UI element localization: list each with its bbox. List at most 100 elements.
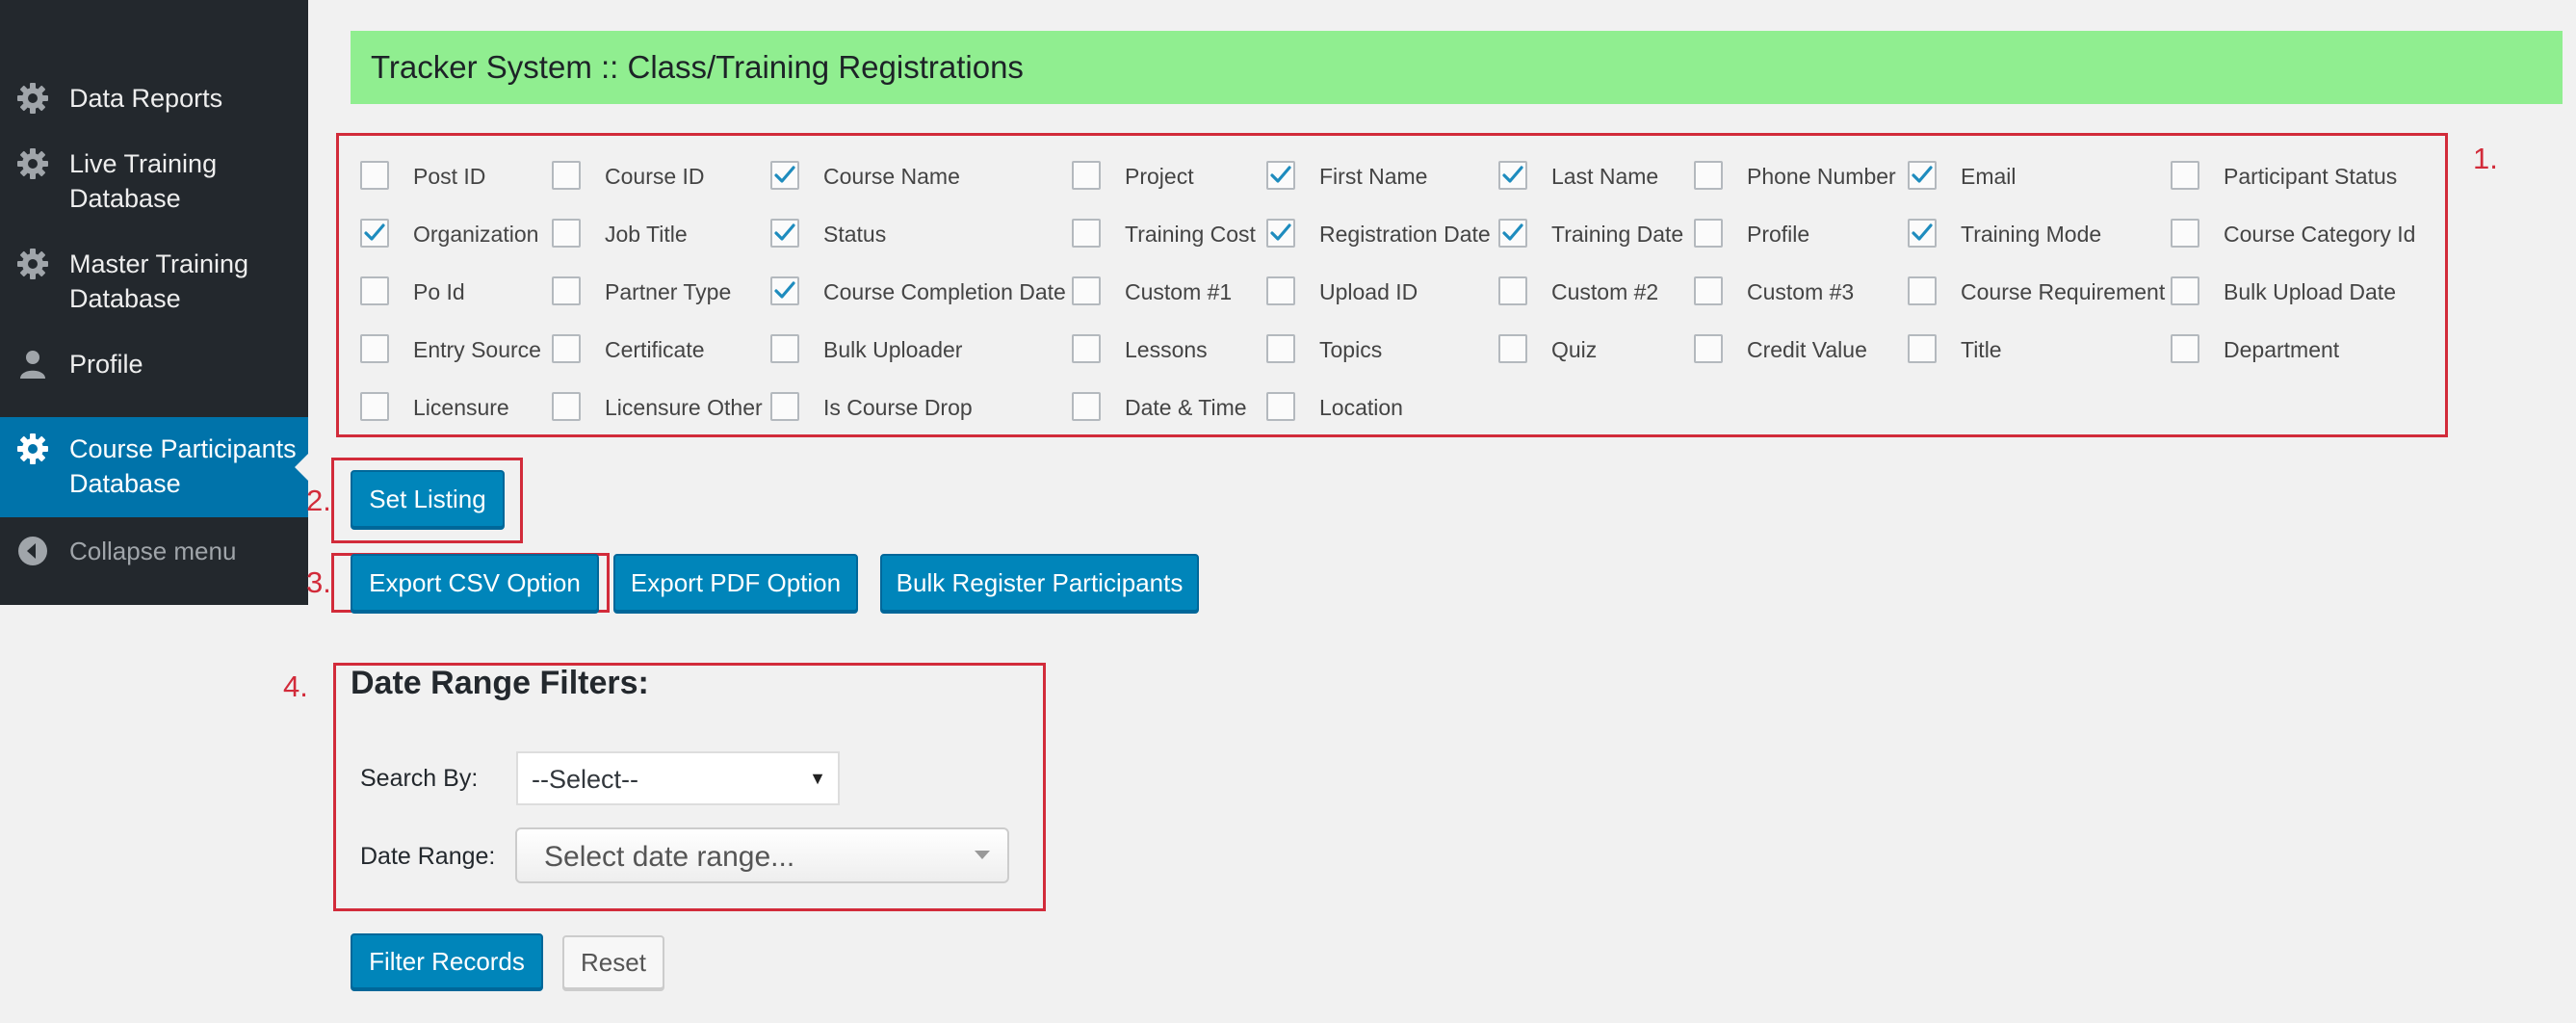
checkmark-icon [1912, 166, 1933, 183]
checkbox[interactable] [1072, 334, 1101, 363]
checkbox[interactable] [1694, 161, 1723, 190]
checkbox[interactable] [1072, 219, 1101, 248]
user-icon [15, 347, 50, 381]
checkbox-label: Course Requirement [1961, 279, 2166, 304]
checkbox[interactable] [552, 161, 581, 190]
checkbox[interactable] [1498, 334, 1527, 363]
checkbox-label: Course Completion Date [823, 279, 1066, 304]
sidebar-item-course-participants-database[interactable]: Course Participants Database [0, 417, 308, 517]
checkbox[interactable] [552, 392, 581, 421]
date-range-picker[interactable]: Select date range... [515, 827, 1009, 883]
checkbox[interactable] [360, 334, 389, 363]
checkbox[interactable] [360, 161, 389, 190]
search-by-label: Search By: [360, 765, 479, 792]
chevron-down-icon: ▼ [809, 769, 826, 788]
checkbox[interactable] [1072, 276, 1101, 305]
checkbox[interactable] [770, 392, 799, 421]
checkbox[interactable] [1908, 161, 1937, 190]
checkbox[interactable] [2171, 334, 2199, 363]
collapse-menu-button[interactable]: Collapse menu [0, 534, 308, 568]
checkbox[interactable] [1498, 161, 1527, 190]
checkbox-label: Entry Source [413, 337, 541, 362]
checkbox[interactable] [1498, 219, 1527, 248]
checkbox[interactable] [1908, 276, 1937, 305]
checkmark-icon [1502, 166, 1523, 183]
sidebar-item-label: Master Training Database [69, 249, 249, 313]
checkbox[interactable] [552, 276, 581, 305]
sidebar-item-live-training-database[interactable]: Live Training Database [0, 146, 308, 216]
date-range-placeholder: Select date range... [544, 841, 795, 873]
checkbox-label: Training Mode [1961, 222, 2102, 247]
page-title: Tracker System :: Class/Training Registr… [371, 49, 1024, 85]
export-csv-button[interactable]: Export CSV Option [351, 554, 599, 612]
checkmark-icon [774, 281, 795, 299]
checkbox[interactable] [1072, 161, 1101, 190]
sidebar-item-master-training-database[interactable]: Master Training Database [0, 247, 308, 316]
search-by-selected-value: --Select-- [532, 765, 639, 794]
export-pdf-button[interactable]: Export PDF Option [613, 554, 858, 612]
sidebar-item-profile[interactable]: Profile [0, 347, 308, 381]
checkbox[interactable] [360, 276, 389, 305]
checkbox[interactable] [360, 392, 389, 421]
checkbox[interactable] [1694, 334, 1723, 363]
checkbox-label: Licensure Other [605, 395, 763, 420]
checkbox[interactable] [2171, 219, 2199, 248]
checkbox[interactable] [1266, 219, 1295, 248]
reset-button[interactable]: Reset [562, 935, 664, 989]
checkbox-label: Topics [1319, 337, 1383, 362]
checkbox-label: Partner Type [605, 279, 732, 304]
search-by-select[interactable]: --Select-- ▼ [516, 751, 840, 805]
checkbox[interactable] [1266, 334, 1295, 363]
checkbox-label: Post ID [413, 164, 486, 189]
checkbox-label: Bulk Upload Date [2224, 279, 2396, 304]
checkbox[interactable] [1266, 161, 1295, 190]
annotation-number: 4. [283, 669, 308, 703]
checkmark-icon [364, 223, 385, 241]
checkbox[interactable] [552, 334, 581, 363]
checkbox[interactable] [2171, 161, 2199, 190]
checkbox[interactable] [1072, 392, 1101, 421]
filter-records-button[interactable]: Filter Records [351, 933, 543, 989]
checkbox-label: Upload ID [1319, 279, 1418, 304]
bulk-register-button[interactable]: Bulk Register Participants [880, 554, 1199, 612]
filters-heading: Date Range Filters: [351, 665, 649, 701]
checkbox-label: Job Title [605, 222, 688, 247]
checkbox-label: Po Id [413, 279, 465, 304]
sidebar-item-label: Profile [69, 350, 143, 379]
checkbox[interactable] [1266, 392, 1295, 421]
checkbox[interactable] [1694, 219, 1723, 248]
checkbox[interactable] [552, 219, 581, 248]
checkbox-label: Title [1961, 337, 2002, 362]
checkbox[interactable] [360, 219, 389, 248]
checkbox-label: Custom #3 [1747, 279, 1855, 304]
checkbox[interactable] [770, 276, 799, 305]
checkbox-label: Training Cost [1125, 222, 1256, 247]
checkbox[interactable] [2171, 276, 2199, 305]
checkbox-label: Participant Status [2224, 164, 2398, 189]
checkmark-icon [1912, 223, 1933, 241]
checkbox[interactable] [770, 334, 799, 363]
checkbox-label: Department [2224, 337, 2340, 362]
checkbox-label: Last Name [1551, 164, 1659, 189]
collapse-arrow-icon [15, 534, 50, 568]
checkmark-icon [774, 166, 795, 183]
set-listing-button[interactable]: Set Listing [351, 470, 505, 528]
checkbox[interactable] [1266, 276, 1295, 305]
checkbox[interactable] [1908, 219, 1937, 248]
checkbox[interactable] [770, 161, 799, 190]
annotation-number: 3. [306, 565, 331, 599]
checkbox[interactable] [1908, 334, 1937, 363]
sidebar-item-data-reports[interactable]: Data Reports [0, 81, 308, 116]
gear-icon [15, 247, 50, 281]
annotation-number: 2. [306, 484, 331, 517]
chevron-down-icon [975, 851, 990, 859]
checkbox[interactable] [1498, 276, 1527, 305]
checkbox-label: Custom #2 [1551, 279, 1659, 304]
checkbox-label: Course Name [823, 164, 960, 189]
checkbox-label: Lessons [1125, 337, 1208, 362]
checkbox[interactable] [1694, 276, 1723, 305]
admin-sidebar: Data Reports Live Training Database Mast… [0, 0, 308, 605]
checkbox-label: Phone Number [1747, 164, 1896, 189]
checkbox-label: Profile [1747, 222, 1810, 247]
checkbox[interactable] [770, 219, 799, 248]
